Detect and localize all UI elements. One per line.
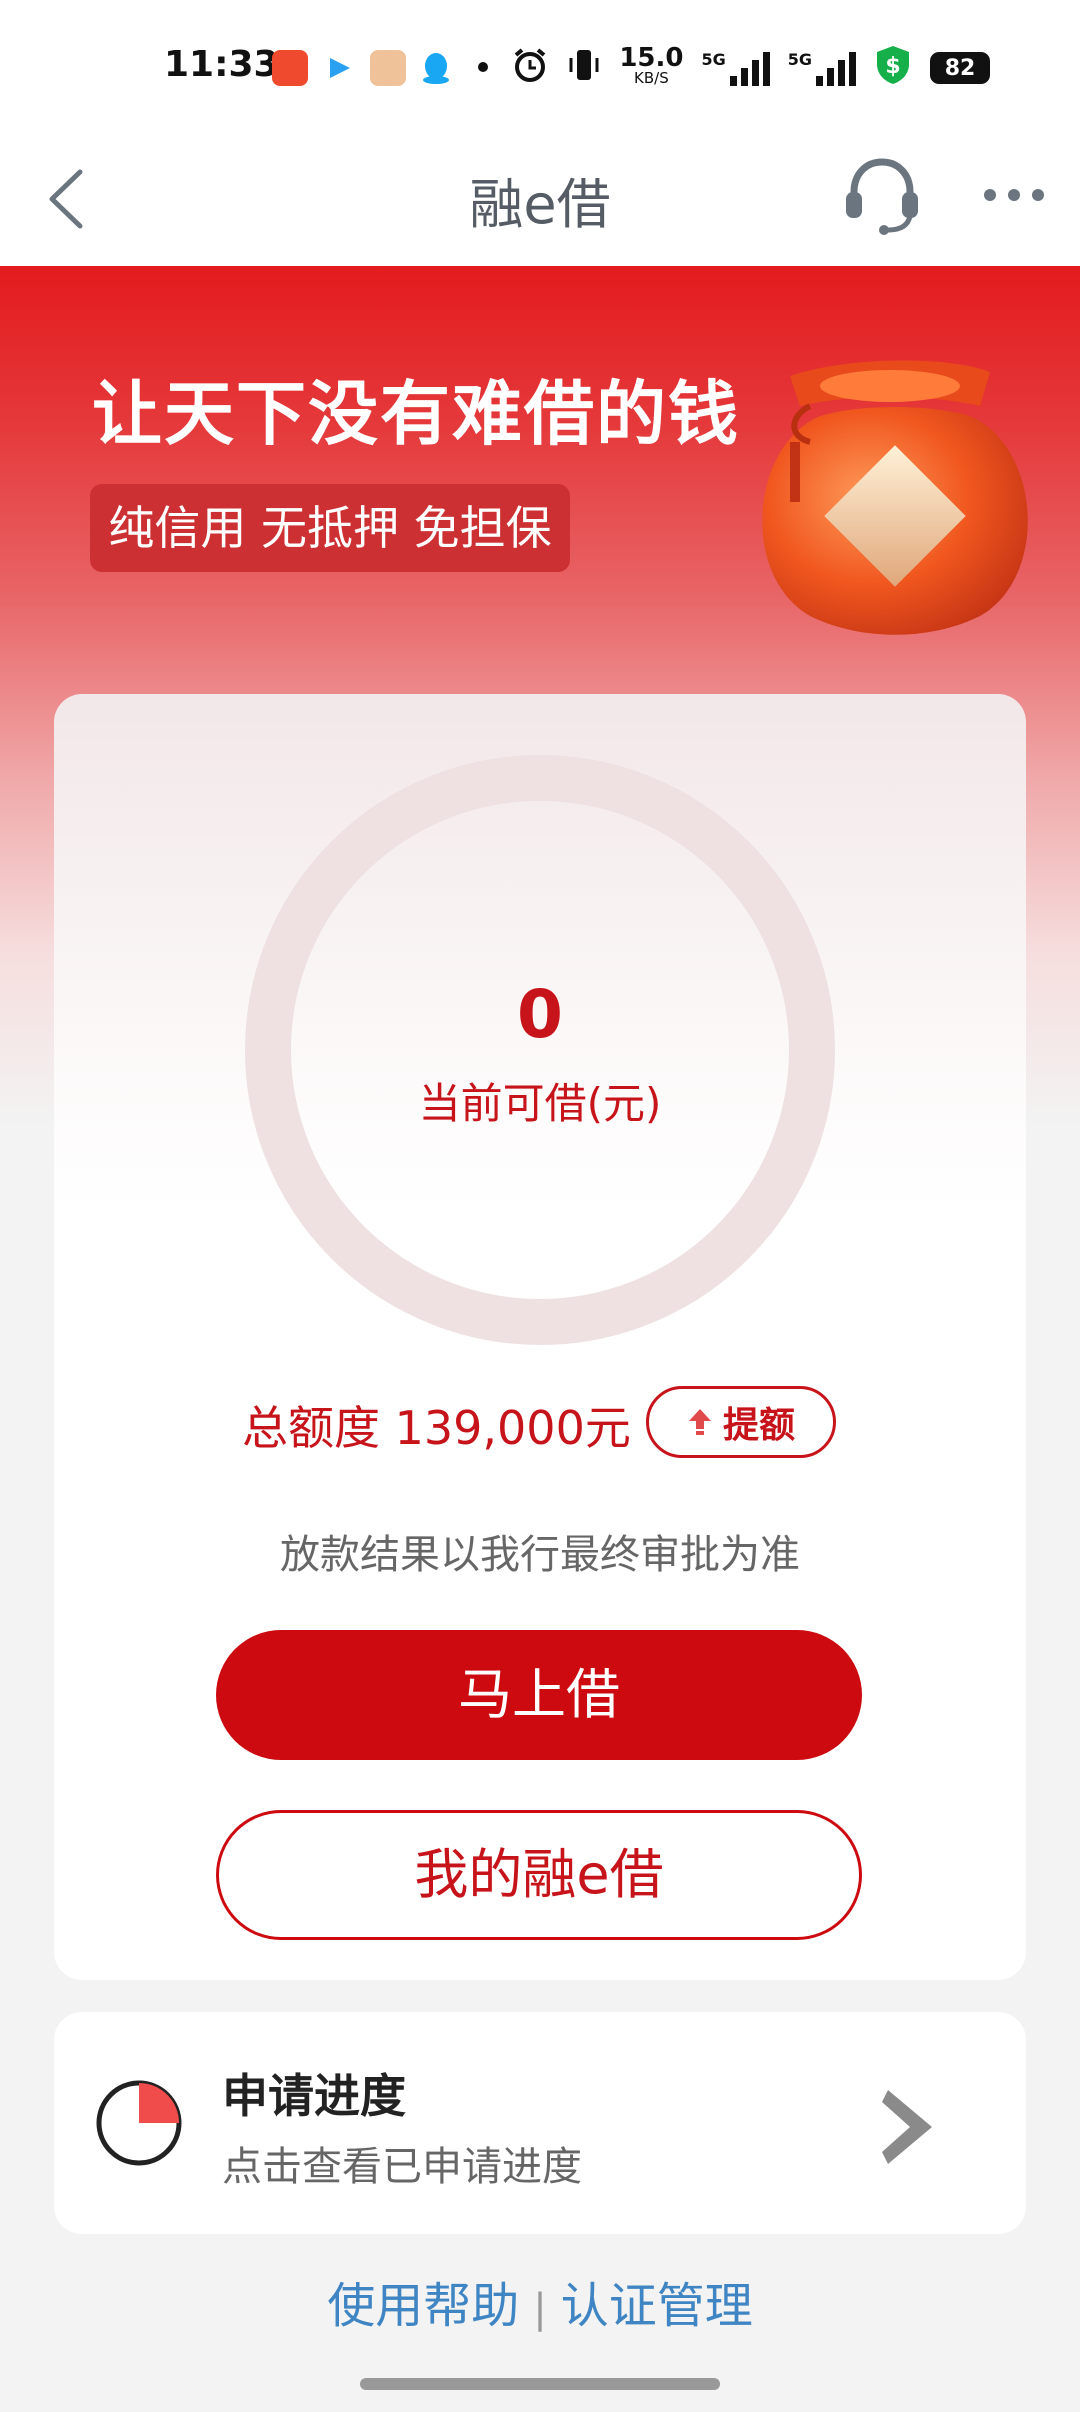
total-credit-label: 总额度 139,000元	[242, 1401, 631, 1455]
credit-card: 0 当前可借(元) 总额度 139,000元 提额 放款结果以我行最终审批为准 …	[54, 694, 1026, 1980]
progress-title: 申请进度	[222, 2069, 406, 2123]
hero-subtitle: 纯信用 无抵押 免担保	[90, 484, 570, 572]
status-right-group: 15.0 KB/S 5G 5G $ 82	[511, 44, 990, 92]
qq-icon	[418, 50, 454, 86]
approval-notice: 放款结果以我行最终审批为准	[280, 1532, 800, 1578]
more-icon[interactable]	[980, 160, 1048, 230]
help-link[interactable]: 使用帮助	[327, 2278, 519, 2334]
progress-subtitle: 点击查看已申请进度	[222, 2144, 582, 2190]
network-speed: 15.0 KB/S	[619, 43, 684, 87]
alarm-icon	[511, 46, 549, 90]
chevron-right-icon	[874, 2082, 944, 2172]
my-loans-button[interactable]: 我的融e借	[216, 1810, 862, 1940]
auth-management-link[interactable]: 认证管理	[561, 2278, 753, 2334]
money-bag-icon	[730, 346, 1050, 646]
borrow-now-button[interactable]: 马上借	[216, 1630, 862, 1760]
available-amount: 0	[517, 976, 563, 1053]
application-progress-card[interactable]: 申请进度 点击查看已申请进度	[54, 2012, 1026, 2234]
footer-separator: |	[533, 2286, 547, 2332]
signal-2-icon: 5G	[788, 50, 856, 86]
nav-bar: 融e借	[0, 130, 1080, 266]
vibrate-icon	[567, 46, 601, 90]
available-label: 当前可借(元)	[418, 1079, 662, 1128]
svg-text:$: $	[885, 54, 900, 79]
raise-limit-label: 提额	[722, 1405, 795, 1446]
status-time: 11:33	[164, 44, 279, 85]
hero-headline: 让天下没有难借的钱	[92, 373, 740, 455]
progress-pie-icon	[92, 2076, 186, 2170]
battery-icon: 82	[930, 52, 990, 84]
notification-dot-icon	[478, 62, 488, 72]
video-app-icon	[272, 50, 308, 86]
signal-1-icon: 5G	[701, 50, 770, 86]
raise-limit-button[interactable]: 提额	[646, 1386, 836, 1458]
headset-icon[interactable]	[842, 154, 922, 238]
cartoon-app-icon	[370, 50, 406, 86]
security-shield-icon: $	[874, 44, 912, 92]
status-bar: 11:33 15.0 KB/S 5G 5G $ 82	[0, 0, 1080, 130]
home-indicator[interactable]	[360, 2378, 720, 2390]
arrow-up-icon	[688, 1409, 711, 1435]
arrow-app-icon	[322, 50, 358, 86]
footer-links: 使用帮助 | 认证管理	[0, 2266, 1080, 2336]
